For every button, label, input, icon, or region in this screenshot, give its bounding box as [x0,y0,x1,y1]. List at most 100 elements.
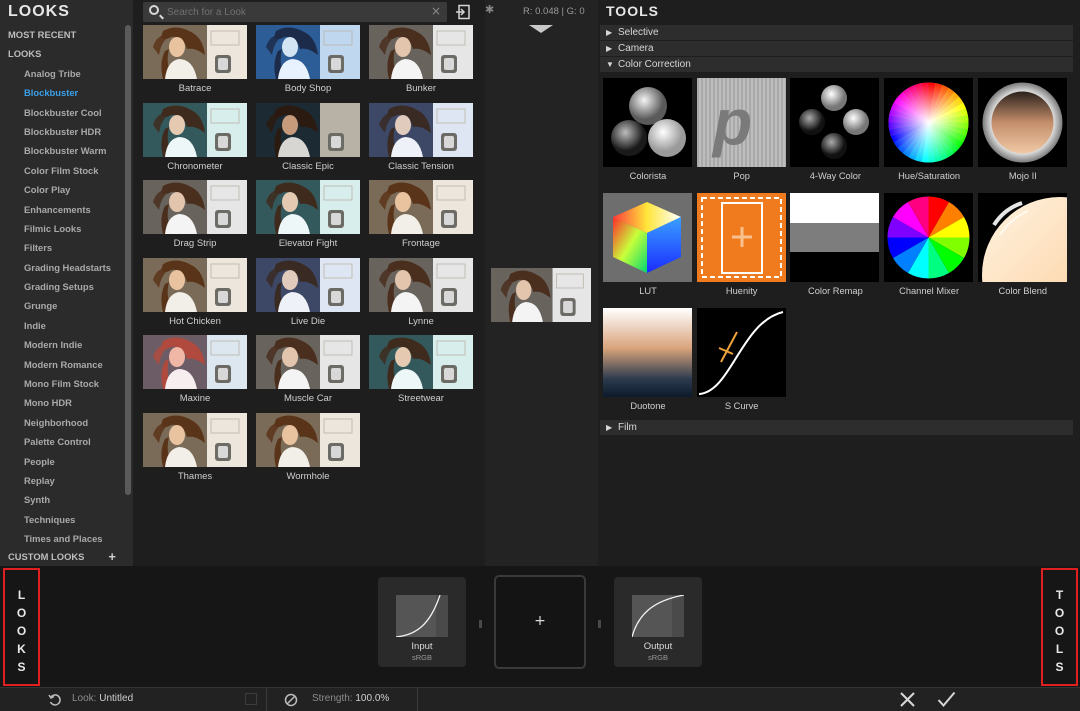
category-item[interactable]: Modern Indie [0,335,124,354]
look-thumbnail[interactable] [256,412,360,467]
tool-button[interactable]: p [696,78,786,167]
look-thumbnail[interactable] [369,180,473,234]
category-item[interactable]: Grading Setups [0,277,124,296]
section-selective[interactable]: ▶ Selective [600,25,1073,40]
viewer-menu-icon[interactable]: ✱ [485,3,494,16]
section-color-correction[interactable]: ▼ Color Correction [600,57,1073,72]
tools-panel-title: TOOLS [606,3,659,19]
mojo-icon [977,78,1067,167]
look-thumbnail[interactable] [256,25,360,79]
look-thumbnail[interactable] [369,25,473,79]
look-thumbnail[interactable] [143,257,247,312]
look-thumbnail[interactable] [256,335,360,389]
category-item[interactable]: People [0,452,124,471]
add-tool-node-button[interactable]: + [494,575,586,669]
pop-icon: p [696,78,786,167]
tool-button[interactable] [603,78,692,167]
tool-label: Pop [733,171,750,181]
tab-letter: T [1055,588,1064,602]
look-thumbnail[interactable] [143,180,247,234]
tool-label: Channel Mixer [899,286,960,296]
custom-looks-header[interactable]: CUSTOM LOOKS + [0,547,124,566]
look-name: Live Die [290,315,326,327]
look-thumbnail[interactable] [143,335,247,389]
category-item[interactable]: Filmic Looks [0,219,124,238]
tool-button[interactable] [884,193,974,282]
tool-label: Hue/Saturation [898,171,961,181]
section-selective-label: Selective [618,27,659,38]
tool-button[interactable] [603,193,692,282]
tool-button[interactable] [696,193,786,282]
output-node[interactable]: Output sRGB [614,577,702,667]
tool-button[interactable] [977,193,1067,282]
tools-tab[interactable]: TOOLS [1041,568,1078,686]
category-item[interactable]: Neighborhood [0,413,124,432]
strength-icon[interactable] [284,693,298,707]
category-item[interactable]: Blockbuster Cool [0,103,124,122]
strength-readout[interactable]: Strength: 100.0% [312,693,389,704]
category-item[interactable]: Palette Control [0,432,124,451]
category-item[interactable]: MOST RECENT [0,25,124,44]
apply-check-icon[interactable] [937,691,956,708]
look-thumbnail[interactable] [143,412,247,467]
tab-letter: L [17,588,26,602]
section-film[interactable]: ▶ Film [600,420,1073,435]
look-name: Classic Tension [388,160,454,172]
section-camera[interactable]: ▶ Camera [600,41,1073,56]
category-item[interactable]: Mono HDR [0,393,124,412]
look-thumbnail[interactable] [369,335,473,389]
search-input[interactable] [167,4,427,20]
category-item[interactable]: Mono Film Stock [0,374,124,393]
expand-arrow-icon: ▶ [606,423,613,432]
add-icon: + [534,613,546,629]
reset-look-icon[interactable] [48,693,62,707]
tool-button[interactable] [790,78,880,167]
category-item[interactable]: Color Film Stock [0,161,124,180]
search-icon [149,5,159,15]
look-thumbnail[interactable] [256,180,360,234]
category-item[interactable]: Blockbuster HDR [0,122,124,141]
input-node[interactable]: Input sRGB [378,577,466,667]
tool-button[interactable] [696,308,786,397]
save-look-icon[interactable] [245,693,257,705]
tool-label: Color Blend [998,286,1048,296]
tab-letter: O [1054,624,1065,638]
tool-button[interactable] [884,78,974,167]
category-item[interactable]: Synth [0,490,124,509]
category-item[interactable]: Blockbuster [0,83,124,102]
category-item[interactable]: Filters [0,238,124,257]
look-thumbnail[interactable] [256,257,360,312]
look-thumbnail[interactable] [256,102,360,157]
viewer-collapse-arrow-icon[interactable] [529,25,553,33]
category-item[interactable]: Modern Romance [0,355,124,374]
category-item[interactable]: Times and Places [0,529,124,548]
tab-letter: K [17,642,26,656]
look-thumbnail[interactable] [143,102,247,157]
output-curve-icon [632,595,684,637]
category-item[interactable]: Grunge [0,296,124,315]
category-scrollbar[interactable] [125,25,131,495]
divider [417,688,418,711]
category-item[interactable]: Color Play [0,180,124,199]
category-item[interactable]: Grading Headstarts [0,258,124,277]
tool-button[interactable] [603,308,692,397]
add-custom-look-button[interactable]: + [108,547,116,566]
tool-button[interactable] [790,193,880,282]
category-item[interactable]: LOOKS [0,44,124,63]
look-thumbnail[interactable] [369,257,473,312]
category-item[interactable]: Enhancements [0,200,124,219]
category-item[interactable]: Replay [0,471,124,490]
category-item[interactable]: Indie [0,316,124,335]
category-item[interactable]: Techniques [0,510,124,529]
tool-button[interactable] [977,78,1067,167]
input-node-title: Input [411,641,433,652]
cancel-icon[interactable] [899,691,916,708]
looks-tab[interactable]: LOOKS [3,568,40,686]
category-item[interactable]: Analog Tribe [0,64,124,83]
color-blend-icon [977,193,1067,282]
category-item[interactable]: Blockbuster Warm [0,141,124,160]
look-thumbnail[interactable] [369,102,473,157]
clear-search-icon[interactable]: × [431,4,441,18]
export-look-icon[interactable] [455,4,471,20]
look-thumbnail[interactable] [143,25,247,79]
